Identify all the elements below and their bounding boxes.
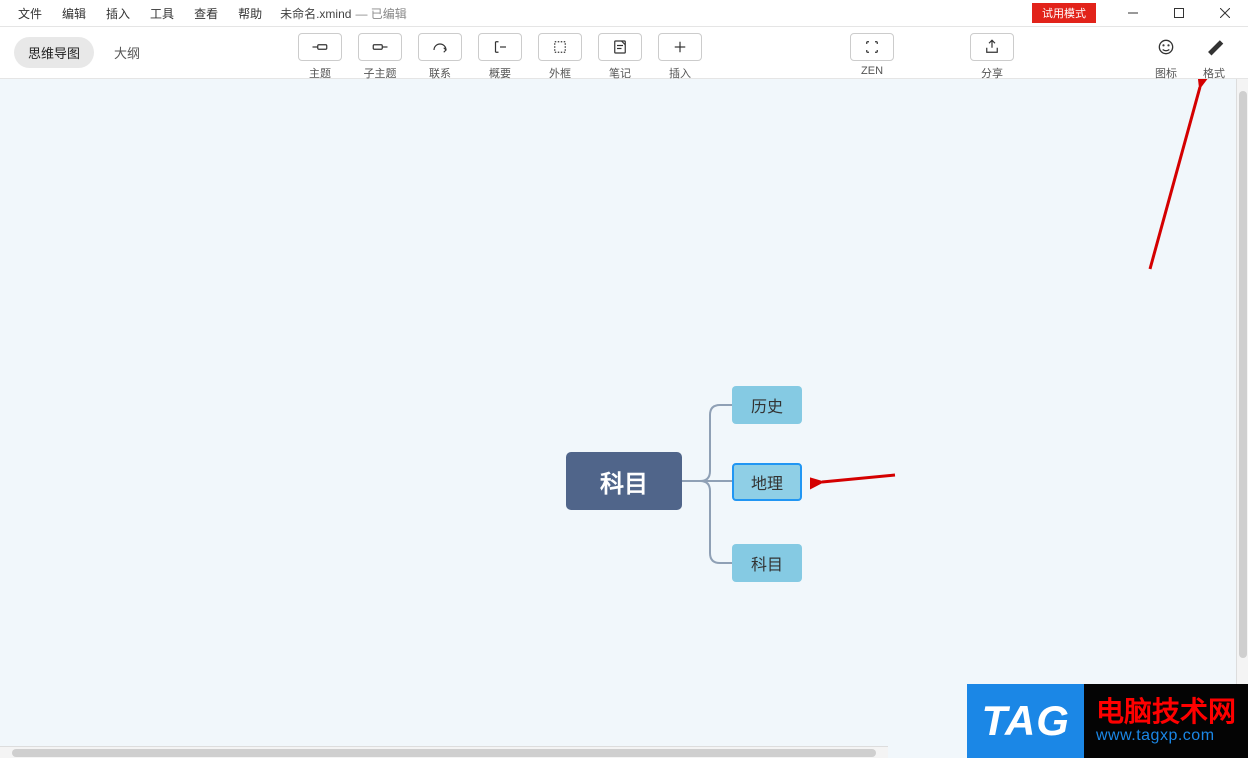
zen-icon bbox=[863, 38, 881, 56]
format-button[interactable]: 格式 bbox=[1194, 33, 1234, 81]
hscroll-thumb[interactable] bbox=[12, 749, 876, 757]
watermark-right: 电脑技术网 www.tagxp.com bbox=[1084, 684, 1248, 758]
mindmap-canvas[interactable]: 科目 历史 地理 科目 TAG 电脑技术网 www.tagxp.com bbox=[0, 79, 1248, 758]
note-button[interactable]: 笔记 bbox=[594, 33, 646, 81]
subtopic-subject[interactable]: 科目 bbox=[732, 544, 802, 582]
watermark-url: www.tagxp.com bbox=[1096, 727, 1236, 745]
menu-insert[interactable]: 插入 bbox=[96, 1, 140, 26]
mid-tool-group: ZEN 分享 bbox=[706, 27, 1018, 81]
window-minimize-button[interactable] bbox=[1110, 0, 1156, 27]
smiley-icon bbox=[1156, 37, 1176, 57]
relation-icon bbox=[431, 38, 449, 56]
boundary-button[interactable]: 外框 bbox=[534, 33, 586, 81]
menu-view[interactable]: 查看 bbox=[184, 1, 228, 26]
watermark-title: 电脑技术网 bbox=[1096, 698, 1236, 726]
watermark-tag: TAG bbox=[967, 684, 1084, 758]
trial-badge: 试用模式 bbox=[1032, 3, 1096, 23]
view-tabs: 思维导图 大纲 bbox=[0, 27, 164, 68]
window-maximize-button[interactable] bbox=[1156, 0, 1202, 27]
window-close-button[interactable] bbox=[1202, 0, 1248, 27]
minimize-icon bbox=[1128, 8, 1138, 18]
menu-edit[interactable]: 编辑 bbox=[52, 1, 96, 26]
share-button[interactable]: 分享 bbox=[966, 33, 1018, 81]
watermark: TAG 电脑技术网 www.tagxp.com bbox=[967, 684, 1248, 758]
edit-tool-group: 主题 子主题 联系 概要 外框 笔记 插入 bbox=[164, 27, 706, 81]
tab-mindmap[interactable]: 思维导图 bbox=[14, 37, 94, 68]
menu-help[interactable]: 帮助 bbox=[228, 1, 272, 26]
subtopic-icon bbox=[371, 38, 389, 56]
title-bar: 文件 编辑 插入 工具 查看 帮助 未命名.xmind — 已编辑 试用模式 bbox=[0, 0, 1248, 27]
red-arrow-to-format bbox=[1120, 79, 1210, 279]
menu-file[interactable]: 文件 bbox=[8, 1, 52, 26]
subtopic-geography-selected[interactable]: 地理 bbox=[732, 463, 802, 501]
file-status: — 已编辑 bbox=[355, 5, 406, 22]
tab-outline[interactable]: 大纲 bbox=[100, 37, 154, 68]
summary-icon bbox=[491, 38, 509, 56]
vertical-scrollbar[interactable] bbox=[1236, 79, 1248, 746]
red-arrow-to-subtopic bbox=[810, 465, 900, 495]
menu-tools[interactable]: 工具 bbox=[140, 1, 184, 26]
zen-label: ZEN bbox=[861, 65, 883, 77]
horizontal-scrollbar[interactable] bbox=[0, 746, 888, 758]
note-icon bbox=[611, 38, 629, 56]
vscroll-thumb[interactable] bbox=[1239, 91, 1247, 658]
maximize-icon bbox=[1174, 8, 1184, 18]
share-icon bbox=[983, 38, 1001, 56]
central-topic[interactable]: 科目 bbox=[566, 452, 682, 510]
relation-button[interactable]: 联系 bbox=[414, 33, 466, 81]
summary-button[interactable]: 概要 bbox=[474, 33, 526, 81]
file-name: 未命名.xmind bbox=[280, 5, 351, 22]
zen-button[interactable]: ZEN bbox=[846, 33, 898, 81]
marker-button[interactable]: 图标 bbox=[1146, 33, 1186, 81]
right-tool-group: 图标 格式 bbox=[1146, 27, 1248, 81]
topic-button[interactable]: 主题 bbox=[294, 33, 346, 81]
boundary-icon bbox=[551, 38, 569, 56]
format-icon bbox=[1204, 37, 1224, 57]
subtopic-button[interactable]: 子主题 bbox=[354, 33, 406, 81]
insert-button[interactable]: 插入 bbox=[654, 33, 706, 81]
subtopic-history[interactable]: 历史 bbox=[732, 386, 802, 424]
plus-icon bbox=[671, 38, 689, 56]
connectors bbox=[0, 79, 1248, 758]
menu-bar: 文件 编辑 插入 工具 查看 帮助 bbox=[0, 1, 272, 26]
topic-icon bbox=[311, 38, 329, 56]
close-icon bbox=[1220, 8, 1230, 18]
toolbar: 思维导图 大纲 主题 子主题 联系 概要 外框 笔记 插入 bbox=[0, 27, 1248, 79]
